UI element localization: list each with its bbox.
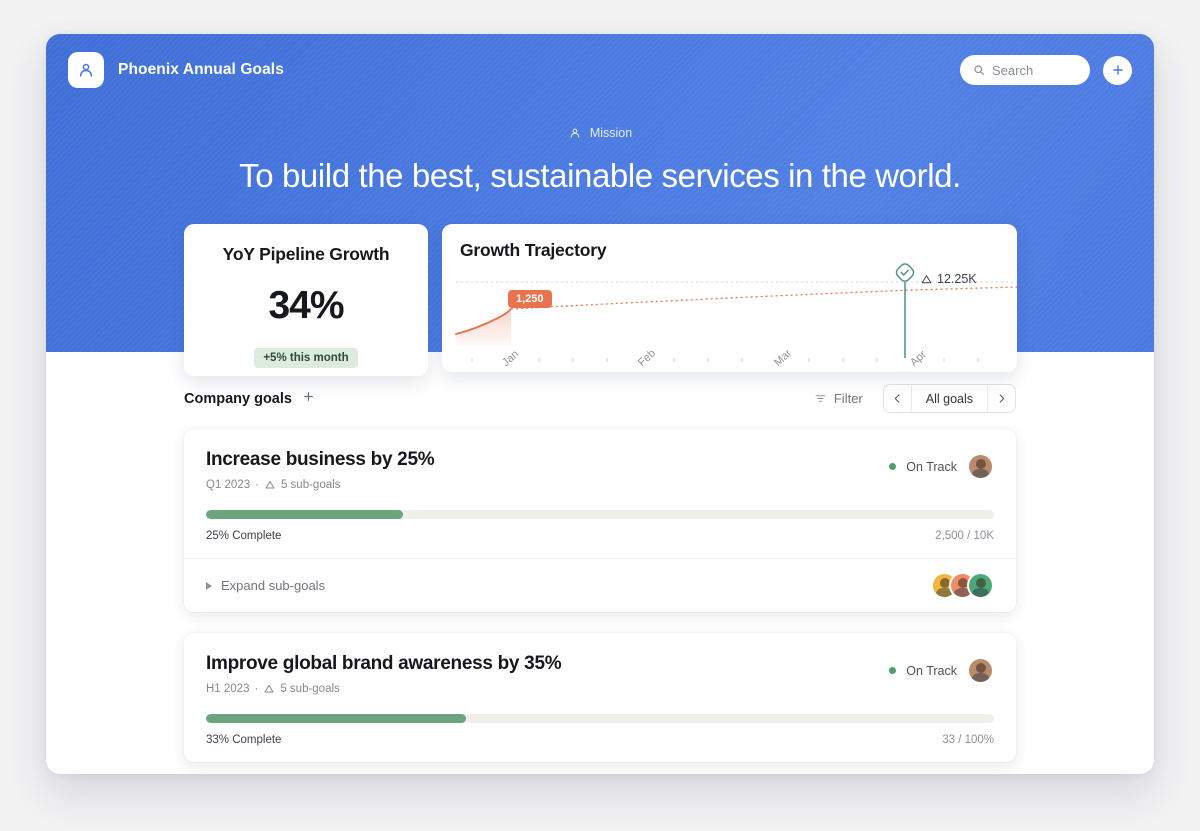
search-icon [974, 65, 985, 76]
progress-value: 2,500 / 10K [935, 530, 994, 542]
search-placeholder: Search [992, 62, 1034, 78]
mission-kicker-label: Mission [589, 126, 633, 140]
mission-kicker: Mission [568, 126, 632, 140]
chart-value-badge: 1,250 [508, 290, 552, 308]
top-bar: Phoenix Annual Goals Search [46, 34, 1154, 88]
goal-pager: All goals [882, 384, 1016, 413]
plus-icon [304, 392, 313, 401]
brand-icon [68, 52, 104, 88]
goal-triangle-icon [264, 685, 274, 693]
status-dot [889, 463, 897, 470]
chevron-right-icon [999, 394, 1005, 403]
section-right: Filter All goals [814, 384, 1016, 413]
progress-row: 33% Complete 33 / 100% [206, 734, 994, 746]
goal-body: Increase business by 25% Q1 2023 · 5 sub… [184, 429, 1016, 558]
kpi-title: YoY Pipeline Growth [222, 244, 390, 264]
filter-button[interactable]: Filter [814, 391, 863, 406]
section-left: Company goals [184, 390, 315, 407]
plus-icon [1112, 65, 1123, 75]
meta-separator: · [254, 683, 259, 695]
filter-icon [815, 395, 826, 402]
goal-card[interactable]: Improve global brand awareness by 35% H1… [184, 633, 1016, 762]
goal-triangle-icon [921, 274, 932, 283]
chart-goal-value: 12.25K [937, 272, 977, 286]
goal-person-icon [570, 128, 580, 138]
hero-banner: Phoenix Annual Goals Search Mission To b… [46, 34, 1154, 376]
chart-title: Growth Trajectory [460, 240, 607, 260]
mission-headline: To build the best, sustainable services … [239, 157, 961, 194]
progress-label: 33% Complete [206, 734, 282, 746]
progress-label: 25% Complete [206, 530, 282, 542]
goal-info: Increase business by 25% Q1 2023 · 5 sub… [206, 449, 435, 491]
goal-title: Increase business by 25% [206, 449, 435, 470]
status-badge: On Track [906, 459, 957, 474]
progress-bar [206, 510, 994, 519]
goal-subgoal-count: 5 sub-goals [280, 683, 340, 695]
stat-cards-row: YoY Pipeline Growth 34% +5% this month G… [184, 224, 1017, 376]
goal-owner-avatar[interactable] [967, 453, 994, 480]
pager-prev-button[interactable] [884, 385, 911, 412]
goal-period: H1 2023 [206, 683, 250, 695]
goal-subgoal-count: 5 sub-goals [280, 479, 341, 491]
goal-header: Increase business by 25% Q1 2023 · 5 sub… [206, 449, 994, 491]
status-badge: On Track [906, 663, 957, 678]
goal-triangle-icon [265, 481, 275, 489]
section-title: Company goals [184, 390, 292, 407]
progress-fill [206, 714, 467, 723]
goal-owner-avatar[interactable] [967, 657, 994, 684]
progress-row: 25% Complete 2,500 / 10K [206, 530, 994, 542]
goal-period: Q1 2023 [206, 479, 251, 491]
filter-label: Filter [833, 391, 863, 406]
goal-footer: Expand sub-goals [184, 558, 1016, 612]
add-button[interactable] [1103, 55, 1132, 85]
goal-meta: H1 2023 · 5 sub-goals [206, 683, 561, 695]
meta-separator: · [255, 479, 259, 491]
progress-fill [206, 510, 403, 519]
app-title: Phoenix Annual Goals [118, 61, 284, 78]
search-input[interactable]: Search [960, 55, 1090, 85]
caret-right-icon [206, 581, 212, 590]
growth-trajectory-card: Growth Trajectory Jan Feb Mar Apr 1,250 … [442, 224, 1017, 372]
goal-status: On Track [889, 657, 994, 684]
goal-title: Improve global brand awareness by 35% [206, 653, 562, 674]
progress-bar [206, 714, 994, 723]
goal-header: Improve global brand awareness by 35% H1… [206, 653, 994, 695]
subgoal-avatar-stack[interactable] [931, 572, 994, 599]
goal-meta: Q1 2023 · 5 sub-goals [206, 479, 434, 491]
goal-status: On Track [889, 453, 994, 480]
expand-subgoals-label: Expand sub-goals [221, 578, 326, 593]
goal-list: Increase business by 25% Q1 2023 · 5 sub… [46, 429, 1154, 762]
content-area: Company goals Filter All goals Increase … [46, 352, 1154, 762]
top-actions: Search [960, 55, 1132, 85]
brand: Phoenix Annual Goals [68, 52, 284, 88]
chevron-left-icon [894, 394, 900, 403]
progress-value: 33 / 100% [942, 734, 994, 746]
kpi-card: YoY Pipeline Growth 34% +5% this month [184, 224, 428, 376]
goal-info: Improve global brand awareness by 35% H1… [206, 653, 562, 695]
pager-label[interactable]: All goals [910, 385, 988, 412]
avatar[interactable] [967, 572, 994, 599]
expand-subgoals-button[interactable]: Expand sub-goals [206, 578, 325, 593]
status-dot [889, 667, 897, 674]
goal-body: Improve global brand awareness by 35% H1… [184, 633, 1016, 762]
kpi-change-badge: +5% this month [254, 348, 358, 368]
app-window: Phoenix Annual Goals Search Mission To b… [46, 34, 1154, 774]
chart-goal-label: 12.25K [920, 272, 977, 286]
pager-next-button[interactable] [988, 385, 1015, 412]
add-goal-button[interactable] [302, 390, 315, 407]
section-bar: Company goals Filter All goals [46, 384, 1154, 413]
goal-card[interactable]: Increase business by 25% Q1 2023 · 5 sub… [184, 429, 1016, 612]
check-diamond-icon [895, 263, 915, 282]
kpi-value: 34% [268, 284, 344, 327]
mission-block: Mission To build the best, sustainable s… [46, 126, 1154, 195]
